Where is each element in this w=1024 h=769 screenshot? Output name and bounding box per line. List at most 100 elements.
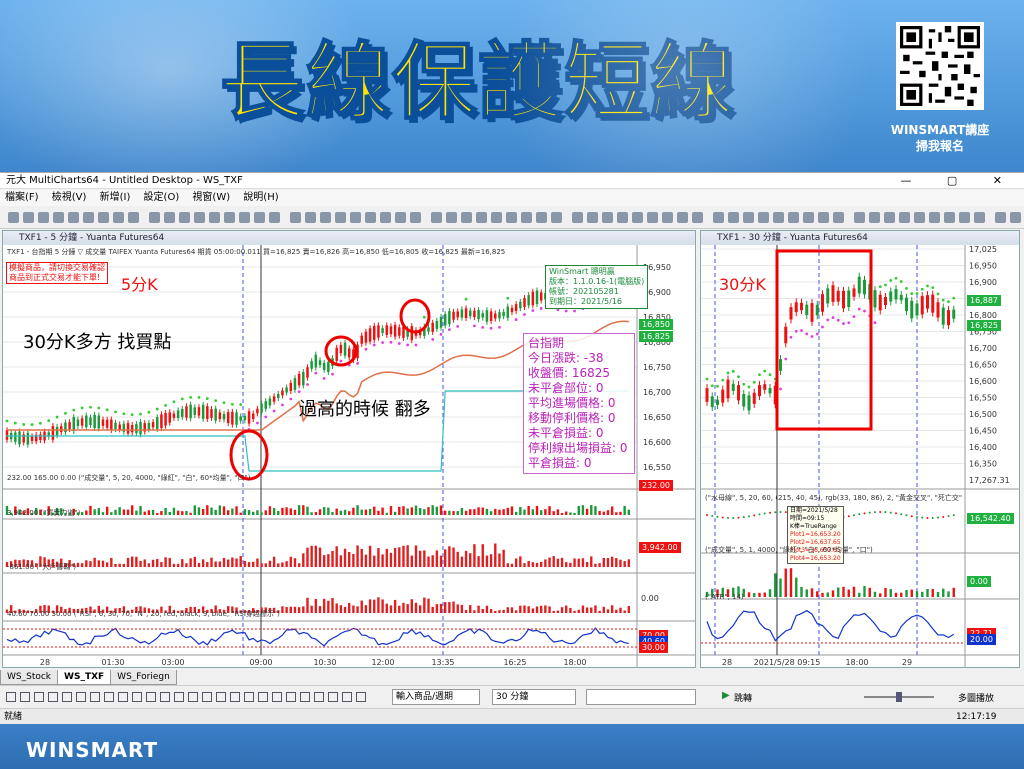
toolbar-tool-icon[interactable] [617,212,628,223]
toolbar-tool-icon[interactable] [632,212,643,223]
toolbar-tool-icon[interactable] [23,212,34,223]
toolbar-tool-icon[interactable] [854,212,865,223]
toolbar-tool-icon[interactable] [899,212,910,223]
drawing-tool-icon[interactable] [188,692,198,702]
toolbar-tool-icon[interactable] [677,212,688,223]
drawing-tool-icon[interactable] [34,692,44,702]
jump-button[interactable]: 跳轉 [734,691,752,704]
menu-view[interactable]: 檢視(V) [52,192,87,203]
toolbar-tool-icon[interactable] [164,212,175,223]
drawing-tool-icon[interactable] [132,692,142,702]
toolbar-tool-icon[interactable] [521,212,532,223]
drawing-tool-icon[interactable] [90,692,100,702]
toolbar-tool-icon[interactable] [803,212,814,223]
drawing-tool-icon[interactable] [216,692,226,702]
menu-insert[interactable]: 新增(I) [100,192,131,203]
toolbar-tool-icon[interactable] [959,212,970,223]
jump-icon[interactable]: ▶ [722,690,730,701]
menu-settings[interactable]: 設定(O) [144,192,180,203]
toolbar-tool-icon[interactable] [728,212,739,223]
toolbar-tool-icon[interactable] [53,212,64,223]
drawing-tool-icon[interactable] [62,692,72,702]
toolbar-tool-icon[interactable] [194,212,205,223]
toolbar-tool-icon[interactable] [551,212,562,223]
toolbar-tool-icon[interactable] [587,212,598,223]
menu-window[interactable]: 視窗(W) [192,192,230,203]
toolbar-tool-icon[interactable] [914,212,925,223]
toolbar-tool-icon[interactable] [1010,212,1021,223]
toolbar-tool-icon[interactable] [8,212,19,223]
toolbar-tool-icon[interactable] [113,212,124,223]
toolbar-tool-icon[interactable] [209,212,220,223]
drawing-tool-icon[interactable] [286,692,296,702]
toolbar-tool-icon[interactable] [38,212,49,223]
tab-ws-txf[interactable]: WS_TXF [57,670,112,685]
toolbar-tool-icon[interactable] [743,212,754,223]
toolbar-tool-icon[interactable] [536,212,547,223]
toolbar-tool-icon[interactable] [290,212,301,223]
drawing-tool-icon[interactable] [48,692,58,702]
toolbar-tool-icon[interactable] [350,212,361,223]
drawing-tool-icon[interactable] [314,692,324,702]
toolbar-tool-icon[interactable] [179,212,190,223]
toolbar-tool-icon[interactable] [98,212,109,223]
drawing-tool-icon[interactable] [300,692,310,702]
toolbar-tool-icon[interactable] [305,212,316,223]
toolbar-tool-icon[interactable] [647,212,658,223]
toolbar-tool-icon[interactable] [758,212,769,223]
toolbar-tool-icon[interactable] [410,212,421,223]
toolbar-tool-icon[interactable] [833,212,844,223]
playback-slider-thumb[interactable] [896,692,902,702]
drawing-tool-icon[interactable] [118,692,128,702]
date-input[interactable] [586,689,696,705]
toolbar-tool-icon[interactable] [869,212,880,223]
toolbar-tool-icon[interactable] [506,212,517,223]
toolbar-tool-icon[interactable] [995,212,1006,223]
toolbar-tool-icon[interactable] [68,212,79,223]
toolbar-tool-icon[interactable] [818,212,829,223]
drawing-tool-icon[interactable] [174,692,184,702]
toolbar-tool-icon[interactable] [491,212,502,223]
drawing-tool-icon[interactable] [76,692,86,702]
toolbar-tool-icon[interactable] [224,212,235,223]
toolbar-tool-icon[interactable] [572,212,583,223]
toolbar-tool-icon[interactable] [602,212,613,223]
toolbar-tool-icon[interactable] [320,212,331,223]
drawing-tool-icon[interactable] [272,692,282,702]
interval-select[interactable]: 30 分鐘 [492,689,576,705]
toolbar-tool-icon[interactable] [395,212,406,223]
toolbar-tool-icon[interactable] [773,212,784,223]
toolbar-tool-icon[interactable] [974,212,985,223]
toolbar-tool-icon[interactable] [149,212,160,223]
multi-play-button[interactable]: 多圖播放 [958,691,994,704]
menu-file[interactable]: 檔案(F) [5,192,39,203]
toolbar-tool-icon[interactable] [128,212,139,223]
chart-30min-canvas[interactable]: 17,02516,95016,90016,85016,80016,75016,7… [701,245,1019,667]
drawing-tool-icon[interactable] [202,692,212,702]
drawing-tool-icon[interactable] [160,692,170,702]
toolbar-tool-icon[interactable] [269,212,280,223]
drawing-tool-icon[interactable] [20,692,30,702]
toolbar-tool-icon[interactable] [884,212,895,223]
toolbar-tool-icon[interactable] [461,212,472,223]
drawing-tool-icon[interactable] [230,692,240,702]
toolbar-tool-icon[interactable] [365,212,376,223]
toolbar-tool-icon[interactable] [380,212,391,223]
toolbar-tool-icon[interactable] [446,212,457,223]
toolbar-tool-icon[interactable] [239,212,250,223]
drawing-tool-icon[interactable] [342,692,352,702]
toolbar-tool-icon[interactable] [788,212,799,223]
toolbar-tool-icon[interactable] [692,212,703,223]
toolbar-tool-icon[interactable] [662,212,673,223]
menu-help[interactable]: 說明(H) [243,192,278,203]
drawing-tool-icon[interactable] [244,692,254,702]
drawing-tool-icon[interactable] [258,692,268,702]
toolbar-tool-icon[interactable] [944,212,955,223]
toolbar-tool-icon[interactable] [929,212,940,223]
toolbar-tool-icon[interactable] [83,212,94,223]
tab-ws-foriegn[interactable]: WS_Foriegn [110,670,177,685]
toolbar-tool-icon[interactable] [431,212,442,223]
toolbar-tool-icon[interactable] [254,212,265,223]
drawing-tool-icon[interactable] [328,692,338,702]
toolbar-tool-icon[interactable] [335,212,346,223]
